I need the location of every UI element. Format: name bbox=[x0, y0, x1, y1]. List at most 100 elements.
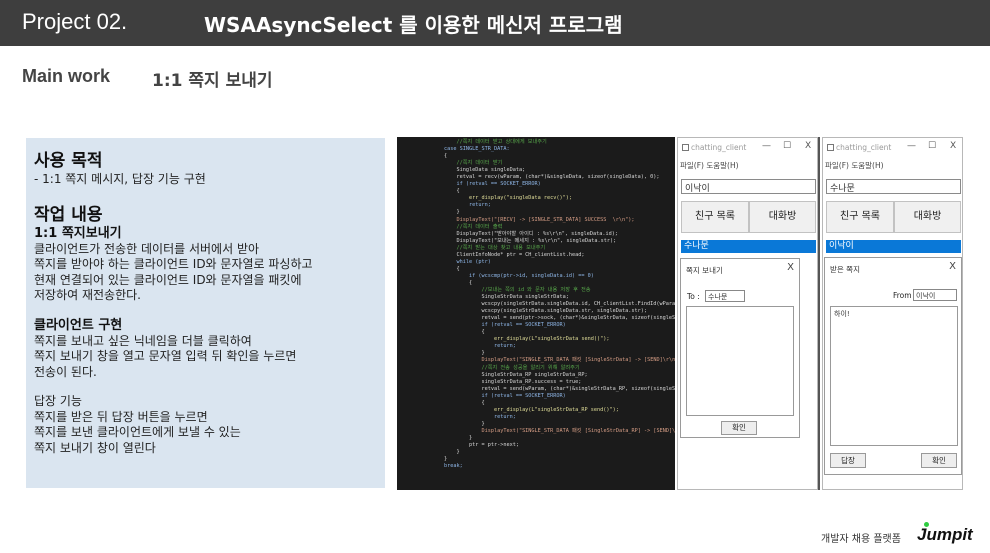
code-line: DisplayText("받아야할 아이디 : %s\r\n", singleD… bbox=[419, 230, 618, 237]
minimize-button[interactable]: — bbox=[762, 141, 771, 151]
to-label: To : bbox=[687, 292, 700, 301]
text-line: 클라이언트가 전송한 데이터를 서버에서 받아 bbox=[34, 241, 260, 256]
code-line: { bbox=[419, 188, 460, 195]
window-title-text: chatting_client bbox=[691, 143, 747, 152]
message-textarea[interactable] bbox=[686, 306, 794, 416]
code-line: //쪽지 전송 성공을 알리기 위해 알려주기 bbox=[419, 364, 580, 371]
code-line: retval = send(wParam, (char*)&singleStrD… bbox=[481, 385, 675, 392]
text-line: 쪽지 보내기 창이 열린다 bbox=[34, 440, 156, 455]
close-button[interactable]: X bbox=[805, 141, 811, 151]
code-line: } bbox=[419, 449, 460, 456]
to-recipient-field[interactable]: 수나문 bbox=[705, 290, 745, 302]
chat-client-window-receiver: chatting_client — ☐ X 파일(F) 도움말(H) 수나문 친… bbox=[822, 137, 963, 490]
nickname-field[interactable]: 수나문 bbox=[826, 179, 961, 194]
code-line: { bbox=[419, 279, 473, 286]
client-description: 쪽지를 보내고 싶은 닉네임을 더블 클릭하여 쪽지 보내기 창을 열고 문자열… bbox=[34, 334, 377, 381]
code-line: { bbox=[419, 265, 460, 272]
code-line: break; bbox=[419, 463, 463, 470]
code-line: return; bbox=[419, 343, 516, 350]
code-line: //쪽지 데이터 받고 상대에게 보내주기 bbox=[419, 139, 547, 145]
app-icon bbox=[682, 144, 689, 151]
maximize-button[interactable]: ☐ bbox=[783, 141, 791, 151]
code-line: DisplayText("SINGLE_STR_DATA 패킷 [SingleS… bbox=[419, 357, 675, 364]
friend-list-item-selected[interactable]: 수나문 bbox=[681, 240, 816, 253]
received-ok-button[interactable]: 확인 bbox=[921, 453, 957, 468]
code-line: wcscpy(singleStrData.singleData.str, sin… bbox=[419, 308, 647, 315]
reply-button[interactable]: 답장 bbox=[830, 453, 866, 468]
work-subheading: 1:1 쪽지보내기 bbox=[34, 225, 122, 241]
code-line: return; bbox=[419, 202, 491, 209]
code-line: DisplayText("[RECV] -> [SINGLE_STR_DATA]… bbox=[419, 216, 635, 223]
logo-dot-icon bbox=[924, 522, 929, 527]
code-line: SingleData singleData; bbox=[419, 167, 526, 174]
maximize-button[interactable]: ☐ bbox=[928, 141, 936, 151]
from-sender-field: 이낙이 bbox=[913, 289, 957, 301]
code-line: singleStrData_RP.success = true; bbox=[419, 378, 582, 385]
chatroom-button[interactable]: 대화방 bbox=[894, 201, 961, 233]
text-line: 전송이 된다. bbox=[34, 364, 97, 379]
dialog-close-button[interactable]: X bbox=[949, 261, 956, 272]
received-note-dialog: 받은 쪽지 X From : 이낙이 하이! 답장 확인 bbox=[824, 257, 962, 475]
text-line: 답장 기능 bbox=[34, 394, 82, 408]
work-heading: 작업 내용 bbox=[34, 204, 103, 225]
nickname-field[interactable]: 이낙이 bbox=[681, 179, 816, 194]
jumpit-logo: Jumpit bbox=[917, 525, 973, 544]
text-line: 저장하여 재전송한다. bbox=[34, 288, 141, 302]
section-subtitle: 1:1 쪽지 보내기 bbox=[152, 71, 273, 91]
code-line: retval = send(ptr->sock, (char*)&singleS… bbox=[481, 315, 675, 322]
project-number: Project 02. bbox=[22, 9, 128, 34]
code-line: if (wcscmp(ptr->id, singleData.id) == 0) bbox=[419, 272, 594, 279]
code-line: SingleStrData singleStrData; bbox=[419, 294, 569, 301]
code-line: //쪽지 데이터 받기 bbox=[419, 160, 503, 167]
code-line: err_display("singleData recv()"); bbox=[419, 195, 573, 202]
code-line: } bbox=[419, 434, 473, 441]
code-line: } bbox=[419, 456, 448, 463]
app-icon bbox=[827, 144, 834, 151]
text-line: 쪽지를 보낸 클라이언트에게 보낼 수 있는 bbox=[34, 425, 241, 439]
menu-bar[interactable]: 파일(F) 도움말(H) bbox=[825, 160, 884, 171]
window-title-text: chatting_client bbox=[836, 143, 892, 152]
code-line: retval = recv(wParam, (char*)&singleData… bbox=[419, 174, 660, 181]
close-button[interactable]: X bbox=[950, 141, 956, 151]
window-title: chatting_client bbox=[682, 143, 746, 152]
friend-list-item-selected[interactable]: 이낙이 bbox=[826, 240, 961, 253]
chat-client-window-sender: chatting_client — ☐ X 파일(F) 도움말(H) 이낙이 친… bbox=[677, 137, 818, 490]
footer-platform-text: 개발자 채용 플랫폼 bbox=[821, 534, 901, 545]
friends-list-button[interactable]: 친구 목록 bbox=[826, 201, 894, 233]
purpose-heading: 사용 목적 bbox=[34, 151, 103, 171]
text-line: 쪽지를 받은 뒤 답장 버튼을 누르면 bbox=[34, 409, 208, 424]
text-line: 쪽지를 받아야 하는 클라이언트 ID와 문자열로 파싱하고 bbox=[34, 257, 313, 271]
purpose-item: - 1:1 쪽지 메시지, 답장 기능 구현 bbox=[34, 172, 206, 186]
code-line: SingleStrData_RP singleStrData_RP; bbox=[419, 371, 588, 378]
code-line: } bbox=[419, 420, 485, 427]
main-work-label: Main work bbox=[22, 66, 111, 86]
dialog-close-button[interactable]: X bbox=[787, 262, 794, 273]
chatroom-button[interactable]: 대화방 bbox=[749, 201, 816, 233]
code-line: err_display(L"singleStrData send()"); bbox=[419, 336, 610, 343]
window-title: chatting_client bbox=[827, 143, 891, 152]
friends-list-button[interactable]: 친구 목록 bbox=[681, 201, 749, 233]
text-line: 현재 연결되어 있는 클라이언트 ID와 문자열을 패킷에 bbox=[34, 272, 302, 287]
code-line: DisplayText("SINGLE_STR_DATA 패킷 [SingleS… bbox=[419, 427, 675, 434]
code-line: if (retval == SOCKET_ERROR) bbox=[419, 181, 541, 188]
code-line: wcscpy(singleStrData.singleData.id, CH_c… bbox=[419, 301, 675, 308]
code-line: return; bbox=[419, 413, 516, 420]
code-line: ClientInfoNode* ptr = CH_clientList.head… bbox=[419, 251, 585, 258]
minimize-button[interactable]: — bbox=[907, 141, 916, 151]
code-line: //쪽지 받는 대상 찾고 내용 보내주기 bbox=[419, 244, 546, 251]
code-line: if (retval == SOCKET_ERROR) bbox=[419, 322, 566, 329]
dialog-title: 쪽지 보내기 bbox=[686, 266, 723, 275]
code-line: ptr = ptr->next; bbox=[419, 442, 519, 449]
code-line: while (ptr) bbox=[419, 258, 491, 265]
window-divider bbox=[818, 137, 820, 490]
menu-bar[interactable]: 파일(F) 도움말(H) bbox=[680, 160, 739, 171]
send-note-dialog: 쪽지 보내기 X To : 수나문 확인 bbox=[680, 258, 800, 438]
header-bar: Project 02. WSAAsyncSelect 를 이용한 메신저 프로그… bbox=[0, 0, 990, 46]
client-heading: 클라이언트 구현 bbox=[34, 317, 123, 333]
code-editor-screenshot: //쪽지 데이터 받고 상대에게 보내주기 case SINGLE_STR_DA… bbox=[397, 137, 675, 490]
send-ok-button[interactable]: 확인 bbox=[721, 421, 757, 435]
received-message-area: 하이! bbox=[830, 306, 958, 446]
text-line: 쪽지 보내기 창을 열고 문자열 입력 뒤 확인을 누르면 bbox=[34, 349, 297, 363]
description-panel: 사용 목적 - 1:1 쪽지 메시지, 답장 기능 구현 작업 내용 1:1 쪽… bbox=[26, 138, 385, 488]
code-line: { bbox=[419, 329, 485, 336]
